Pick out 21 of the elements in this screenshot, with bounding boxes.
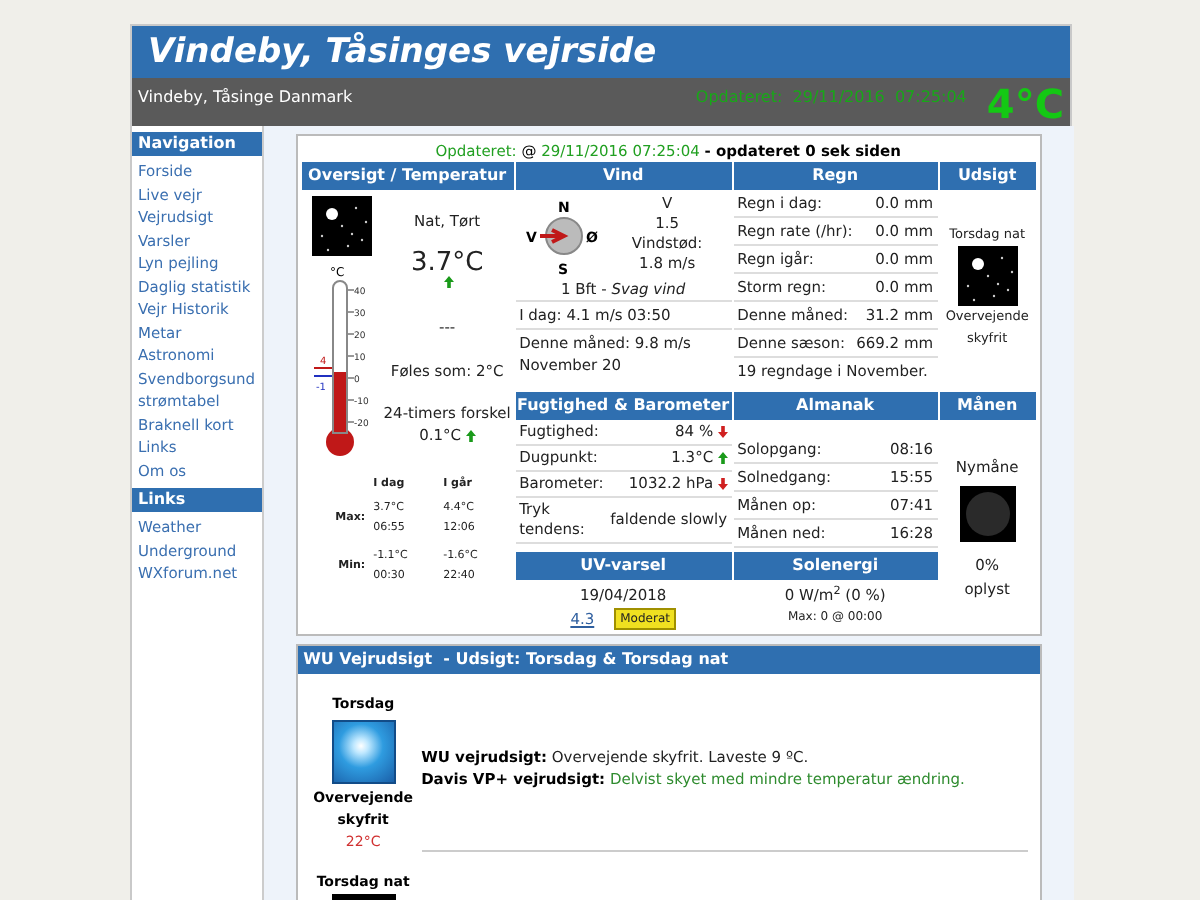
location-text: Vindeby, Tåsinge Danmark (138, 86, 355, 110)
section-header: Regn (733, 162, 938, 190)
temperature-value: 3.7°C (410, 250, 484, 277)
night-sky-icon (311, 196, 372, 256)
updated-text: Opdateret: 29/11/2016 07:25:04 (695, 86, 967, 110)
sidebar-heading: Links (132, 488, 262, 512)
forecast-header: WU Vejrudsigt - Udsigt: Torsdag & Torsdag nat (297, 646, 1040, 675)
section-header: UV-varsel (515, 552, 732, 580)
section-header: Oversigt / Temperatur (301, 162, 514, 190)
current-temperature: 4°C (986, 82, 1064, 126)
sun-icon (331, 719, 396, 784)
moon-icon (959, 486, 1016, 543)
section-header: Almanak (733, 392, 938, 420)
sidebar-heading: Navigation (132, 132, 262, 156)
night-sky-icon (957, 245, 1018, 306)
site-title: Vindeby, Tåsinges vejrside (148, 35, 657, 69)
section-header: Fugtighed & Barometer (515, 392, 732, 420)
section-header: Solenergi (733, 552, 938, 580)
section-header: Månen (939, 392, 1036, 420)
section-header: Udsigt (939, 162, 1036, 190)
section-header: Vind (515, 162, 732, 190)
